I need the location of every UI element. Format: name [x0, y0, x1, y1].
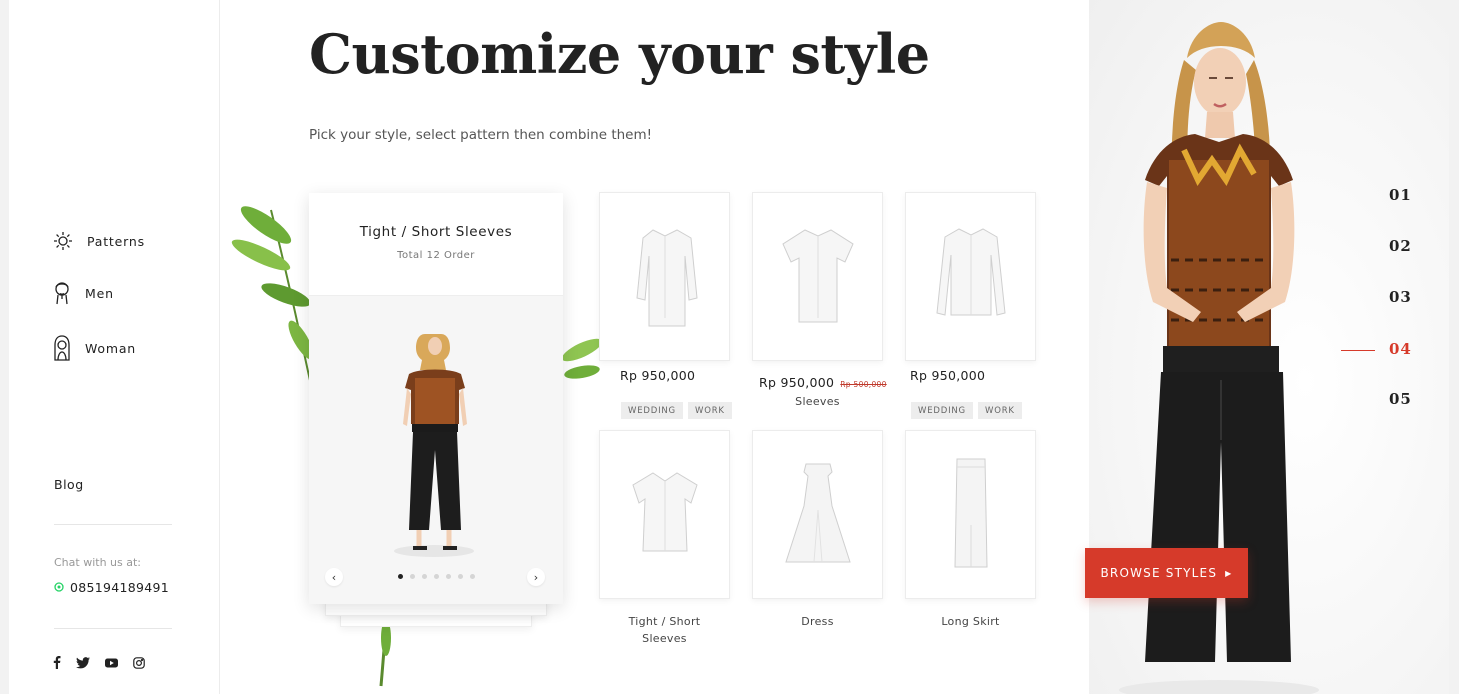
pattern-icon	[53, 231, 73, 251]
product-price: Rp 950,000 Rp 500,000	[759, 375, 887, 390]
carousel-dot[interactable]	[421, 574, 427, 579]
product-name: Long Skirt	[941, 615, 1000, 628]
browse-styles-label: BROWSE STYLES	[1100, 566, 1218, 580]
featured-subtitle: Total 12 Order	[397, 250, 475, 261]
featured-card: Tight / Short Sleeves Total 12 Order ‹ ›	[309, 193, 563, 604]
product-price: Rp 950,000	[620, 368, 696, 383]
active-slide-indicator	[1341, 350, 1375, 351]
carousel-dot[interactable]	[409, 574, 415, 579]
sidebar-item-men[interactable]: Men	[53, 280, 114, 306]
tag-work[interactable]: WORK	[688, 402, 732, 419]
slide-number-03[interactable]: 03	[1389, 288, 1412, 306]
carousel-dot[interactable]	[433, 574, 439, 579]
divider	[54, 524, 172, 525]
product-card-short-sleeve-shirt[interactable]	[752, 192, 883, 361]
page-title: Customize your style	[309, 22, 930, 86]
featured-title: Tight / Short Sleeves	[359, 224, 513, 240]
short-sleeve-shirt-icon	[781, 228, 854, 322]
facebook-icon[interactable]	[53, 656, 61, 669]
product-card-long-sleeve-blouse[interactable]	[905, 192, 1036, 361]
sidebar-item-woman[interactable]: Woman	[53, 334, 136, 362]
product-name: Dress	[801, 615, 834, 628]
slide-number-02[interactable]: 02	[1389, 237, 1412, 255]
phone-number: 085194189491	[70, 580, 170, 595]
product-card-dress[interactable]	[752, 430, 883, 599]
divider	[54, 628, 172, 629]
social-links	[53, 656, 145, 669]
youtube-icon[interactable]	[105, 658, 118, 668]
product-name: Tight / Short Sleeves	[628, 615, 701, 645]
leaf-decoration-icon	[231, 206, 314, 386]
slide-number-04[interactable]: 04	[1389, 340, 1412, 358]
man-icon	[53, 280, 71, 306]
sidebar-item-label: Woman	[85, 340, 137, 356]
twitter-icon[interactable]	[76, 656, 90, 669]
product-card-long-sleeve-shirt[interactable]	[599, 192, 730, 361]
chevron-right-icon: ▶	[1225, 568, 1233, 578]
old-price: Rp 500,000	[840, 380, 887, 389]
instagram-icon[interactable]	[133, 656, 145, 669]
blog-link[interactable]: Blog	[54, 477, 84, 492]
carousel-dot[interactable]	[445, 574, 451, 579]
tag-wedding[interactable]: WEDDING	[911, 402, 973, 419]
carousel-dot[interactable]	[397, 574, 403, 579]
slide-number-01[interactable]: 01	[1389, 186, 1412, 204]
short-sleeve-blouse-icon	[631, 471, 698, 551]
long-sleeve-shirt-icon	[635, 228, 698, 326]
tag-wedding[interactable]: WEDDING	[621, 402, 683, 419]
page: Patterns Men Woman Blog Chat with us at:…	[9, 0, 1449, 694]
woman-icon	[53, 334, 71, 362]
product-price: Rp 950,000	[910, 368, 986, 383]
phone-link[interactable]: 085194189491	[54, 580, 169, 595]
product-card-long-skirt[interactable]	[905, 430, 1036, 599]
whatsapp-icon	[54, 580, 70, 595]
page-subtitle: Pick your style, select pattern then com…	[309, 127, 653, 143]
chat-label: Chat with us at:	[54, 556, 141, 569]
sidebar-item-patterns[interactable]: Patterns	[53, 231, 145, 251]
browse-styles-button[interactable]: BROWSE STYLES ▶	[1085, 548, 1248, 598]
featured-card-header: Tight / Short Sleeves Total 12 Order	[309, 193, 563, 296]
long-sleeve-blouse-icon	[935, 227, 1006, 316]
carousel-dots	[309, 574, 563, 579]
carousel-dot[interactable]	[457, 574, 463, 579]
product-name: Sleeves	[795, 395, 840, 408]
model-photo-icon	[394, 334, 474, 557]
sidebar: Patterns Men Woman Blog Chat with us at:…	[9, 0, 220, 694]
sidebar-item-label: Patterns	[87, 233, 145, 249]
featured-photo: ‹ ›	[309, 296, 563, 604]
slide-number-05[interactable]: 05	[1389, 390, 1412, 408]
tag-work[interactable]: WORK	[978, 402, 1022, 419]
sidebar-item-label: Men	[85, 285, 114, 301]
long-skirt-icon	[953, 458, 988, 567]
product-card-short-sleeve-blouse[interactable]	[599, 430, 730, 599]
carousel-dot[interactable]	[469, 574, 475, 579]
dress-icon	[784, 463, 851, 562]
